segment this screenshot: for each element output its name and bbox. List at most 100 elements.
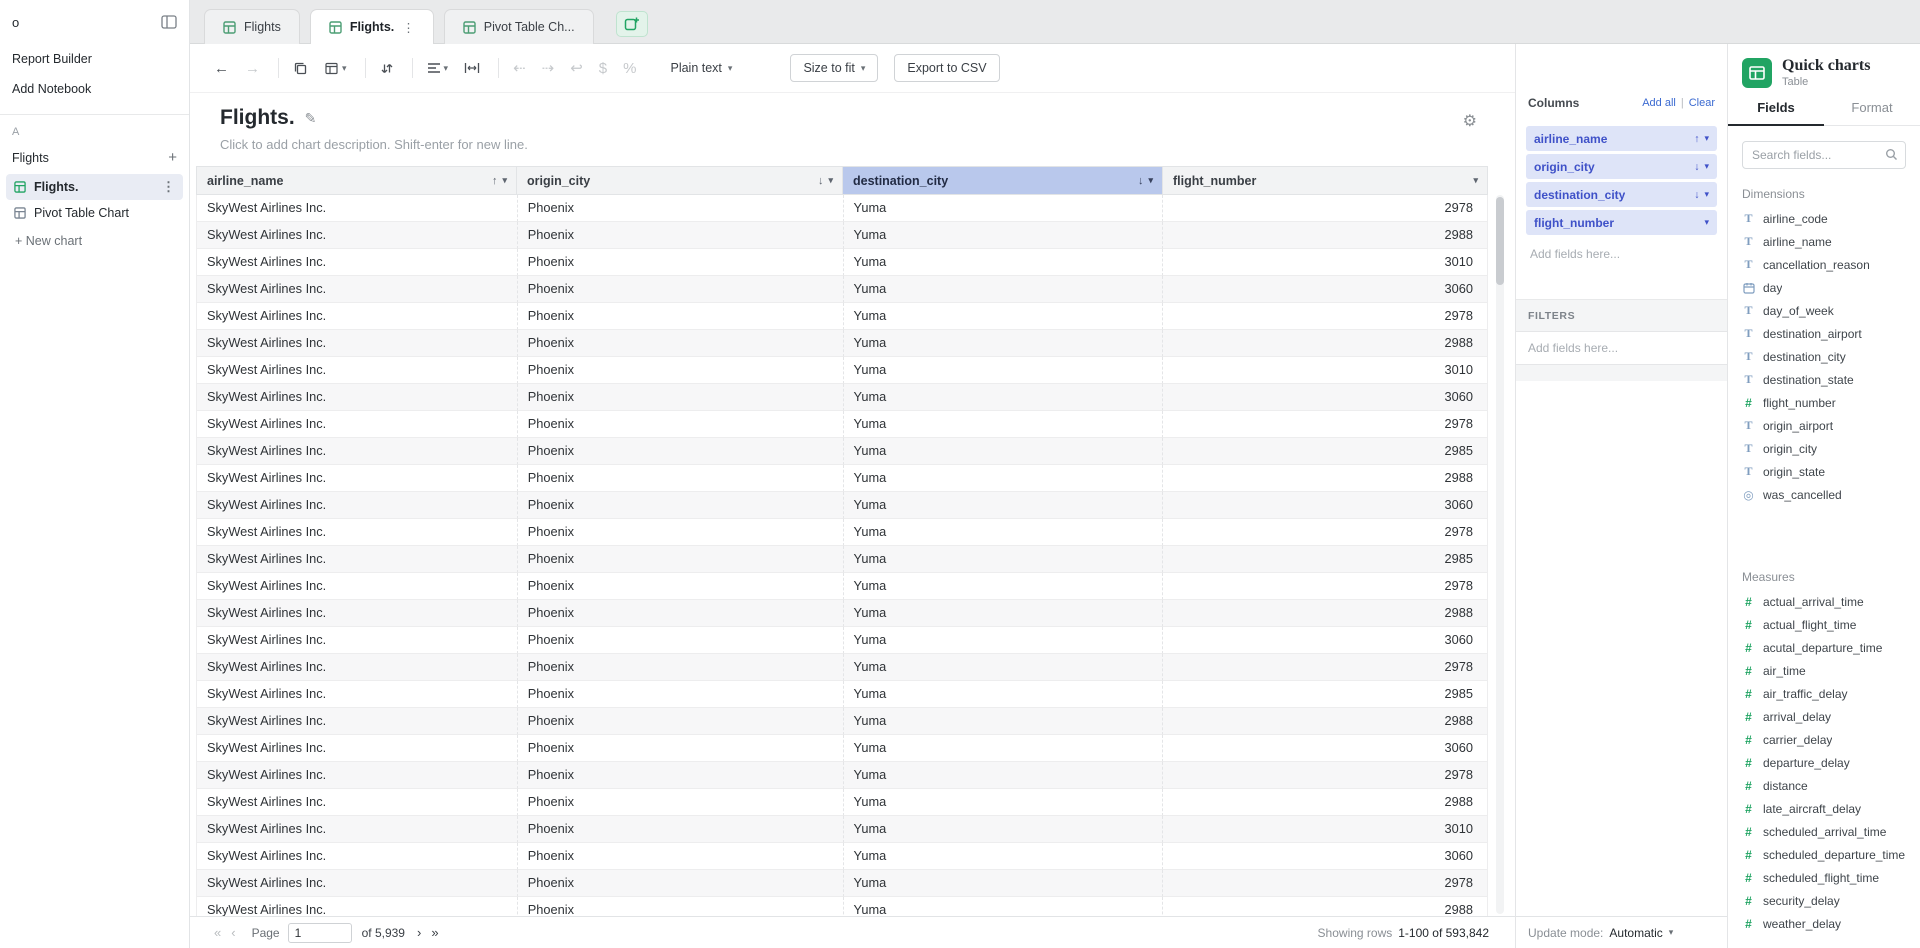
measures-label: Measures (1742, 570, 1906, 584)
export-csv-button[interactable]: Export to CSV (894, 54, 999, 82)
column-header[interactable]: airline_name ↑ ▾ (196, 166, 517, 195)
field-item[interactable]: T origin_city (1728, 437, 1920, 460)
add-chart-plus-icon[interactable]: + (168, 153, 177, 163)
tab-menu-icon[interactable]: ⋮ (402, 20, 415, 35)
field-item[interactable]: # security_delay (1728, 889, 1920, 912)
add-notebook-link[interactable]: Add Notebook (0, 74, 189, 104)
field-item[interactable]: # departure_delay (1728, 751, 1920, 774)
column-chip[interactable]: airline_name ↑ ▾ (1526, 126, 1717, 151)
number-type-icon: # (1742, 802, 1755, 816)
search-fields-input[interactable] (1742, 141, 1906, 169)
sidebar-chart-item[interactable]: Pivot Table Chart (6, 201, 183, 225)
field-item[interactable]: T destination_city (1728, 345, 1920, 368)
chart-description-placeholder[interactable]: Click to add chart description. Shift-en… (220, 137, 1485, 152)
field-item[interactable]: # air_time (1728, 659, 1920, 682)
field-item[interactable]: # air_traffic_delay (1728, 682, 1920, 705)
column-header[interactable]: destination_city ↓ ▾ (843, 166, 1163, 195)
field-item[interactable]: T destination_state (1728, 368, 1920, 391)
field-item[interactable]: # carrier_delay (1728, 728, 1920, 751)
vertical-scrollbar[interactable] (1496, 195, 1504, 914)
field-item[interactable]: # late_aircraft_delay (1728, 797, 1920, 820)
table-body: SkyWest Airlines Inc. Phoenix Yuma 2978 … (196, 195, 1488, 916)
column-chip[interactable]: destination_city ↓ ▾ (1526, 182, 1717, 207)
chart-settings-gear-icon[interactable]: ⚙ (1463, 111, 1477, 131)
filters-drop-placeholder[interactable]: Add fields here... (1516, 331, 1727, 365)
field-item[interactable]: # weather_delay (1728, 912, 1920, 935)
field-item[interactable]: # scheduled_flight_time (1728, 866, 1920, 889)
field-item[interactable]: # actual_arrival_time (1728, 590, 1920, 613)
copy-table-dropdown[interactable]: ▾ (324, 61, 347, 76)
cell-origin-city: Phoenix (518, 735, 844, 762)
chevron-down-icon[interactable]: ▾ (1148, 175, 1153, 186)
sidebar-collection-flights[interactable]: Flights + (0, 143, 189, 173)
editor-tab[interactable]: Flights (204, 9, 300, 44)
add-all-link[interactable]: Add all (1642, 97, 1676, 109)
field-item[interactable]: # distance (1728, 774, 1920, 797)
chart-title[interactable]: Flights. (220, 106, 295, 130)
clear-link[interactable]: Clear (1689, 97, 1715, 109)
first-page-button[interactable]: « (214, 925, 221, 940)
copy-icon[interactable] (293, 61, 308, 76)
column-width-icon[interactable] (464, 62, 480, 74)
size-to-fit-dropdown[interactable]: Size to fit▾ (790, 54, 878, 82)
grid-icon (14, 181, 26, 193)
field-item[interactable]: T origin_airport (1728, 414, 1920, 437)
column-chip[interactable]: origin_city ↓ ▾ (1526, 154, 1717, 179)
column-header[interactable]: origin_city ↓ ▾ (517, 166, 843, 195)
field-item[interactable]: ◎ was_cancelled (1728, 483, 1920, 506)
field-label: destination_city (1763, 350, 1846, 364)
field-label: security_delay (1763, 894, 1840, 908)
field-item[interactable]: T origin_state (1728, 460, 1920, 483)
editor-tab[interactable]: Pivot Table Ch... (444, 9, 594, 44)
cell-destination-city: Yuma (844, 600, 1164, 627)
field-item[interactable]: T cancellation_reason (1728, 253, 1920, 276)
field-item[interactable]: # scheduled_arrival_time (1728, 820, 1920, 843)
field-item[interactable]: T destination_airport (1728, 322, 1920, 345)
column-chip[interactable]: flight_number ▾ (1526, 210, 1717, 235)
cell-destination-city: Yuma (844, 654, 1164, 681)
sort-rows-icon[interactable] (380, 62, 394, 75)
cell-airline-name: SkyWest Airlines Inc. (197, 276, 518, 303)
chevron-down-icon[interactable]: ▾ (1473, 175, 1478, 186)
new-chart-button[interactable]: + New chart (0, 226, 189, 256)
column-header[interactable]: flight_number ▾ (1163, 166, 1488, 195)
back-button[interactable]: ← (214, 60, 229, 77)
editor-tab[interactable]: Flights. ⋮ (310, 9, 434, 44)
previous-page-button[interactable]: ‹ (231, 925, 235, 940)
kebab-menu-icon[interactable]: ⋮ (162, 179, 175, 195)
chevron-down-icon[interactable]: ▾ (502, 175, 507, 186)
cell-flight-number: 3060 (1163, 627, 1488, 654)
text-align-dropdown[interactable]: ▾ (427, 62, 449, 74)
sidebar-chart-item[interactable]: Flights. ⋮ (6, 174, 183, 200)
chevron-down-icon[interactable]: ▾ (1704, 189, 1709, 200)
field-item[interactable]: T airline_name (1728, 230, 1920, 253)
collapse-sidebar-icon[interactable] (161, 15, 177, 29)
field-item[interactable]: # arrival_delay (1728, 705, 1920, 728)
tab-format[interactable]: Format (1824, 100, 1920, 125)
next-page-button[interactable]: › (417, 925, 421, 940)
text-format-dropdown[interactable]: Plain text▾ (670, 61, 732, 75)
update-mode-dropdown[interactable]: Automatic (1609, 926, 1662, 940)
table-row: SkyWest Airlines Inc. Phoenix Yuma 3060 (197, 492, 1488, 519)
field-item[interactable]: # acutal_departure_time (1728, 636, 1920, 659)
chevron-down-icon[interactable]: ▾ (828, 175, 833, 186)
field-label: day (1763, 281, 1782, 295)
field-item[interactable]: # actual_flight_time (1728, 613, 1920, 636)
page-number-input[interactable] (288, 923, 352, 943)
columns-drop-placeholder[interactable]: Add fields here... (1516, 235, 1727, 273)
report-builder-link[interactable]: Report Builder (0, 44, 189, 74)
field-item[interactable]: # flight_number (1728, 391, 1920, 414)
quick-charts-table-icon (1742, 58, 1772, 88)
field-item[interactable]: T day_of_week (1728, 299, 1920, 322)
last-page-button[interactable]: » (431, 925, 438, 940)
field-item[interactable]: T airline_code (1728, 207, 1920, 230)
field-item[interactable]: # scheduled_departure_time (1728, 843, 1920, 866)
chevron-down-icon[interactable]: ▾ (1704, 133, 1709, 144)
field-item[interactable]: day (1728, 276, 1920, 299)
chevron-down-icon[interactable]: ▾ (1704, 161, 1709, 172)
chevron-down-icon[interactable]: ▾ (1704, 217, 1709, 228)
tab-fields[interactable]: Fields (1728, 100, 1824, 126)
edit-title-icon[interactable]: ✎ (305, 110, 317, 127)
scrollbar-thumb[interactable] (1496, 197, 1504, 285)
new-tab-button[interactable] (616, 11, 648, 37)
